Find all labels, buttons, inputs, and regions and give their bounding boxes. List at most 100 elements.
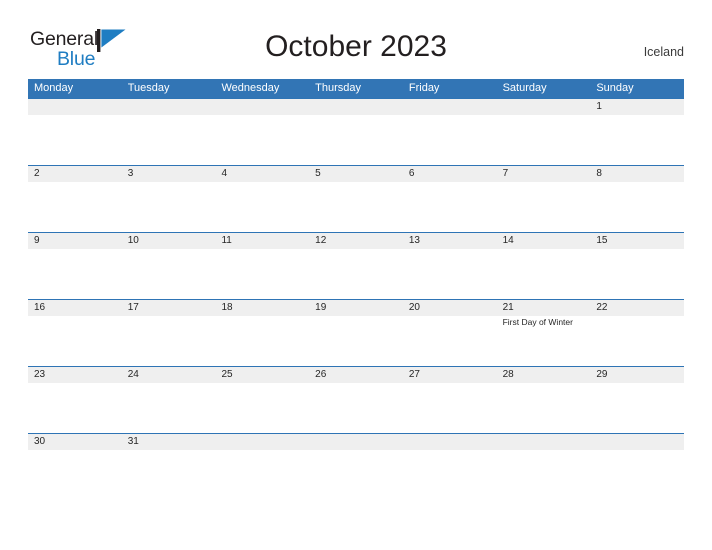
day-number[interactable]: 16 bbox=[28, 300, 122, 316]
day-events[interactable] bbox=[28, 249, 122, 299]
day-number[interactable]: 18 bbox=[215, 300, 309, 316]
day-number[interactable]: 10 bbox=[122, 233, 216, 249]
day-number[interactable]: 7 bbox=[497, 166, 591, 182]
day-number[interactable]: 8 bbox=[590, 166, 684, 182]
day-events[interactable] bbox=[215, 249, 309, 299]
day-events[interactable] bbox=[122, 316, 216, 366]
week-date-band: 1 bbox=[28, 99, 684, 115]
week-row: 30 31 bbox=[28, 433, 684, 500]
day-number[interactable]: 23 bbox=[28, 367, 122, 383]
day-events[interactable] bbox=[403, 249, 497, 299]
day-header-wednesday: Wednesday bbox=[221, 82, 280, 94]
day-events[interactable] bbox=[497, 249, 591, 299]
day-number[interactable] bbox=[497, 99, 591, 115]
day-events[interactable] bbox=[215, 383, 309, 433]
day-events[interactable] bbox=[122, 115, 216, 165]
day-events[interactable] bbox=[309, 383, 403, 433]
day-number[interactable]: 21 bbox=[497, 300, 591, 316]
day-events[interactable] bbox=[122, 249, 216, 299]
week-event-band bbox=[28, 450, 684, 500]
day-events[interactable] bbox=[309, 450, 403, 500]
day-events[interactable] bbox=[403, 450, 497, 500]
day-number[interactable]: 26 bbox=[309, 367, 403, 383]
day-events[interactable] bbox=[497, 450, 591, 500]
day-events[interactable] bbox=[28, 450, 122, 500]
day-number[interactable] bbox=[403, 434, 497, 450]
week-event-band: First Day of Winter bbox=[28, 316, 684, 366]
day-header-monday: Monday bbox=[34, 82, 74, 94]
day-events[interactable] bbox=[309, 182, 403, 232]
day-events[interactable] bbox=[28, 383, 122, 433]
day-header-tuesday: Tuesday bbox=[127, 82, 170, 94]
day-events[interactable] bbox=[403, 182, 497, 232]
day-events[interactable] bbox=[215, 450, 309, 500]
day-number[interactable] bbox=[215, 99, 309, 115]
day-number[interactable]: 20 bbox=[403, 300, 497, 316]
day-number[interactable] bbox=[403, 99, 497, 115]
day-events[interactable] bbox=[122, 182, 216, 232]
day-number[interactable]: 17 bbox=[122, 300, 216, 316]
day-number[interactable]: 28 bbox=[497, 367, 591, 383]
day-number[interactable]: 30 bbox=[28, 434, 122, 450]
week-event-band bbox=[28, 383, 684, 433]
day-events[interactable] bbox=[215, 182, 309, 232]
day-number[interactable] bbox=[309, 434, 403, 450]
day-events[interactable] bbox=[497, 182, 591, 232]
day-number[interactable] bbox=[122, 99, 216, 115]
day-number[interactable]: 29 bbox=[590, 367, 684, 383]
day-number[interactable]: 25 bbox=[215, 367, 309, 383]
week-row: 16 17 18 19 20 21 22 First Day of Winter bbox=[28, 299, 684, 366]
day-number[interactable] bbox=[309, 99, 403, 115]
day-events[interactable] bbox=[497, 383, 591, 433]
day-events[interactable] bbox=[309, 249, 403, 299]
day-number[interactable]: 22 bbox=[590, 300, 684, 316]
day-number[interactable]: 24 bbox=[122, 367, 216, 383]
day-events[interactable] bbox=[28, 182, 122, 232]
day-number[interactable] bbox=[215, 434, 309, 450]
day-events[interactable] bbox=[28, 316, 122, 366]
week-date-band: 23 24 25 26 27 28 29 bbox=[28, 367, 684, 383]
day-number[interactable]: 6 bbox=[403, 166, 497, 182]
week-date-band: 30 31 bbox=[28, 434, 684, 450]
day-number[interactable] bbox=[28, 99, 122, 115]
day-events[interactable] bbox=[590, 249, 684, 299]
day-number[interactable]: 4 bbox=[215, 166, 309, 182]
day-number[interactable] bbox=[590, 434, 684, 450]
day-number[interactable]: 15 bbox=[590, 233, 684, 249]
day-events[interactable] bbox=[215, 115, 309, 165]
day-events[interactable] bbox=[122, 450, 216, 500]
day-number[interactable]: 9 bbox=[28, 233, 122, 249]
day-number[interactable]: 2 bbox=[28, 166, 122, 182]
day-events[interactable] bbox=[309, 316, 403, 366]
day-events[interactable] bbox=[590, 115, 684, 165]
week-row: 2 3 4 5 6 7 8 bbox=[28, 165, 684, 232]
day-number[interactable]: 14 bbox=[497, 233, 591, 249]
day-events[interactable] bbox=[590, 450, 684, 500]
day-number[interactable]: 3 bbox=[122, 166, 216, 182]
day-number[interactable]: 27 bbox=[403, 367, 497, 383]
day-number[interactable]: 1 bbox=[590, 99, 684, 115]
day-number[interactable]: 19 bbox=[309, 300, 403, 316]
day-events[interactable] bbox=[403, 115, 497, 165]
day-events[interactable] bbox=[28, 115, 122, 165]
day-events[interactable] bbox=[590, 182, 684, 232]
day-number[interactable]: 11 bbox=[215, 233, 309, 249]
day-number[interactable]: 31 bbox=[122, 434, 216, 450]
week-row: 23 24 25 26 27 28 29 bbox=[28, 366, 684, 433]
day-events[interactable] bbox=[590, 383, 684, 433]
day-events[interactable] bbox=[122, 383, 216, 433]
week-event-band bbox=[28, 115, 684, 165]
day-events[interactable] bbox=[590, 316, 684, 366]
day-events-first-day-of-winter[interactable]: First Day of Winter bbox=[497, 316, 591, 366]
day-number[interactable] bbox=[497, 434, 591, 450]
region-label: Iceland bbox=[643, 45, 684, 59]
day-events[interactable] bbox=[309, 115, 403, 165]
day-events[interactable] bbox=[215, 316, 309, 366]
day-header-saturday: Saturday bbox=[502, 82, 547, 94]
day-events[interactable] bbox=[403, 316, 497, 366]
day-number[interactable]: 13 bbox=[403, 233, 497, 249]
day-events[interactable] bbox=[403, 383, 497, 433]
day-number[interactable]: 5 bbox=[309, 166, 403, 182]
day-events[interactable] bbox=[497, 115, 591, 165]
day-number[interactable]: 12 bbox=[309, 233, 403, 249]
